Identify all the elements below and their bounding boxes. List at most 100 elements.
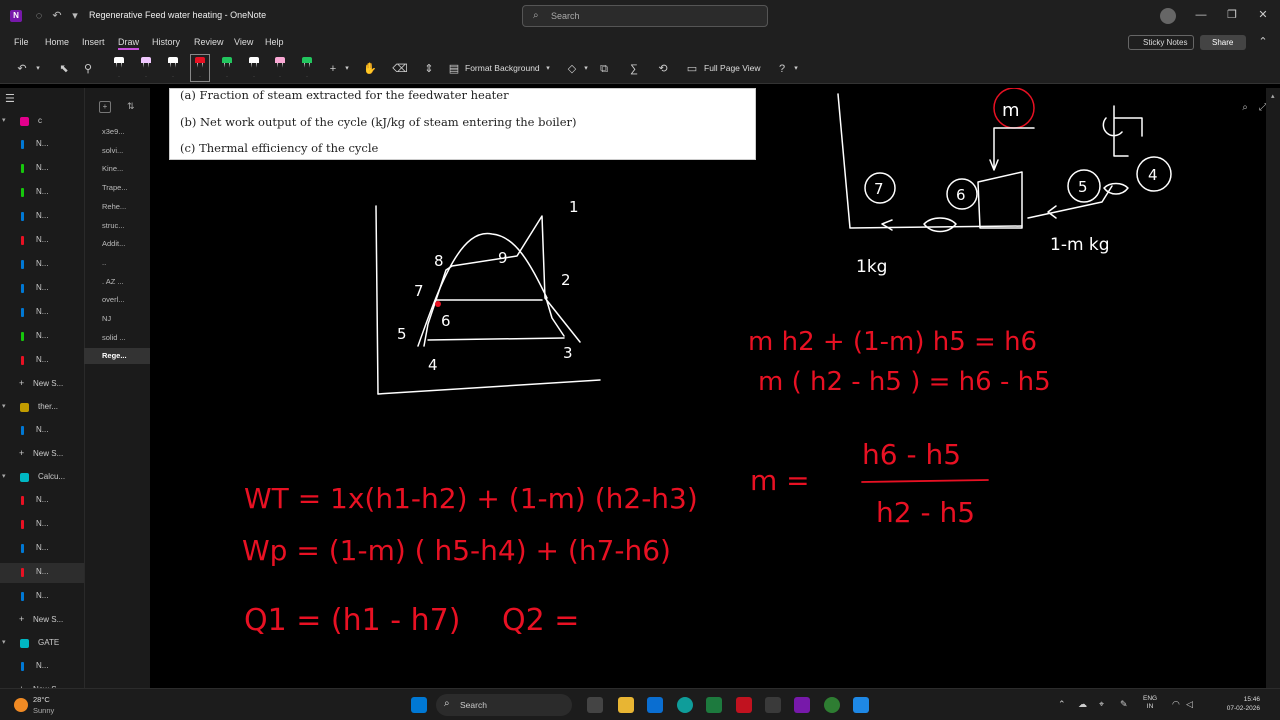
eraser-icon[interactable]: ⌫ [392,61,408,77]
search-box[interactable]: ⌕ Search [522,5,768,27]
clock[interactable]: 15:46 07-02-2026 [1208,695,1260,713]
section-item[interactable]: N... [0,135,84,155]
undo-icon[interactable]: ↶ [50,9,64,23]
section-item[interactable]: N... [0,421,84,441]
section-item[interactable]: N... [0,351,84,371]
section-item[interactable]: N... [0,183,84,203]
section-group[interactable]: ▾ ther... [0,398,84,418]
restore-icon[interactable]: ❐ [1225,8,1239,22]
format-background-button[interactable]: Format Background [465,63,540,73]
section-item[interactable]: N... [0,303,84,323]
acrobat-icon[interactable] [736,697,752,713]
minimize-icon[interactable]: — [1194,8,1208,22]
input-language[interactable]: ENG IN [1143,695,1157,711]
lasso-select-icon[interactable]: ⚲ [80,61,96,77]
tab-file[interactable]: File [14,37,29,47]
tab-insert[interactable]: Insert [82,37,105,47]
zoom-search-icon[interactable]: ⌕ [1238,102,1252,116]
edge-icon[interactable] [677,697,693,713]
section-item[interactable]: N... [0,491,84,511]
section-item[interactable]: N... [0,279,84,299]
section-item[interactable]: N... [0,231,84,251]
quick-access-dropdown-icon[interactable]: ▾ [68,9,82,23]
tab-draw[interactable]: Draw [118,37,140,50]
page-item[interactable]: solvi... [84,143,150,159]
shapes-dropdown-icon[interactable]: ▾ [578,61,594,77]
tab-view[interactable]: View [234,37,253,47]
section-item[interactable]: N... [0,515,84,535]
page-item[interactable]: .. [84,255,150,271]
page-item[interactable]: NJ [84,311,150,327]
sort-icon[interactable]: ⇅ [127,101,135,112]
snipping-tool-icon[interactable] [853,697,869,713]
page-item[interactable]: x3e9... [84,124,150,140]
page-item[interactable]: Rege... [84,348,150,365]
pen-tray-icon[interactable]: ✎ [1120,699,1128,710]
file-explorer-icon[interactable] [618,697,634,713]
page-item[interactable]: struc... [84,218,150,234]
close-icon[interactable]: ✕ [1256,8,1270,22]
weather-sun-icon[interactable] [14,698,28,712]
task-view-icon[interactable] [587,697,603,713]
pen-3[interactable] [166,57,180,79]
undo-icon[interactable]: ↶ [14,61,30,77]
pen-6[interactable] [247,57,261,79]
tab-history[interactable]: History [152,37,180,47]
page-item[interactable]: Trape... [84,180,150,196]
tab-home[interactable]: Home [45,37,69,47]
location-icon[interactable]: ⌖ [1099,699,1104,710]
format-background-dropdown-icon[interactable]: ▾ [540,61,556,77]
pen-5[interactable] [220,57,234,79]
new-section-button[interactable]: + New S... [0,611,84,631]
page-item[interactable]: solid ... [84,330,150,346]
expand-icon[interactable]: ⤢ [1256,102,1266,116]
excel-icon[interactable] [706,697,722,713]
section-group[interactable]: ▾ c [0,112,84,132]
ink-replay-icon[interactable]: ⟲ [655,61,671,77]
pen-2[interactable] [139,57,153,79]
chrome-icon[interactable] [824,697,840,713]
taskbar-search[interactable]: ⌕ Search [436,694,572,716]
vertical-scrollbar[interactable]: ▴ [1266,88,1280,688]
avatar[interactable] [1160,8,1176,24]
hand-icon[interactable]: ✋ [362,61,378,77]
ribbon-collapse-icon[interactable]: ⌃ [1256,35,1270,49]
pen-1[interactable] [112,57,126,79]
highlighter-pink[interactable] [273,57,287,79]
add-pen-dropdown-icon[interactable]: ▾ [339,61,355,77]
new-section-button[interactable]: + New S... [0,445,84,465]
page-item[interactable]: Rehe... [84,199,150,215]
section-item[interactable]: N... [0,327,84,347]
page-item[interactable]: . AZ ... [84,274,150,290]
full-page-view-button[interactable]: Full Page View [704,63,761,73]
select-objects-icon[interactable]: ⬉ [56,61,72,77]
insert-space-icon[interactable]: ⇕ [421,61,437,77]
section-group[interactable]: ▾ GATE [0,634,84,654]
chevron-down-icon[interactable]: ▾ [2,402,6,410]
page-canvas[interactable]: (a) Fraction of steam extracted for the … [152,88,1266,688]
highlighter-green[interactable] [300,57,314,79]
app-icon[interactable] [765,697,781,713]
ink-to-shape-icon[interactable]: ⧉ [596,61,612,77]
section-item[interactable]: N... [0,563,84,583]
add-page-icon[interactable]: + [99,101,111,113]
section-item[interactable]: N... [0,587,84,607]
tray-overflow-icon[interactable]: ⌃ [1058,699,1066,710]
section-item[interactable]: N... [0,207,84,227]
sticky-notes-button[interactable]: Sticky Notes [1128,35,1194,50]
page-item[interactable]: Addit... [84,236,150,252]
cloud-icon[interactable]: ☁ [1078,699,1087,710]
volume-icon[interactable]: ◁ [1186,699,1193,710]
start-windows-icon[interactable] [411,697,427,713]
chevron-down-icon[interactable]: ▾ [2,638,6,646]
page-item[interactable]: Kine... [84,161,150,177]
section-item[interactable]: N... [0,657,84,677]
page-item[interactable]: overl... [84,292,150,308]
new-section-button[interactable]: + New S... [0,375,84,395]
section-group[interactable]: ▾ Calcu... [0,468,84,488]
share-button[interactable]: Share [1200,35,1246,50]
scroll-up-icon[interactable]: ▴ [1271,92,1275,100]
section-item[interactable]: N... [0,539,84,559]
ink-to-math-icon[interactable]: ∑ [626,61,642,77]
chevron-down-icon[interactable]: ▾ [2,472,6,480]
